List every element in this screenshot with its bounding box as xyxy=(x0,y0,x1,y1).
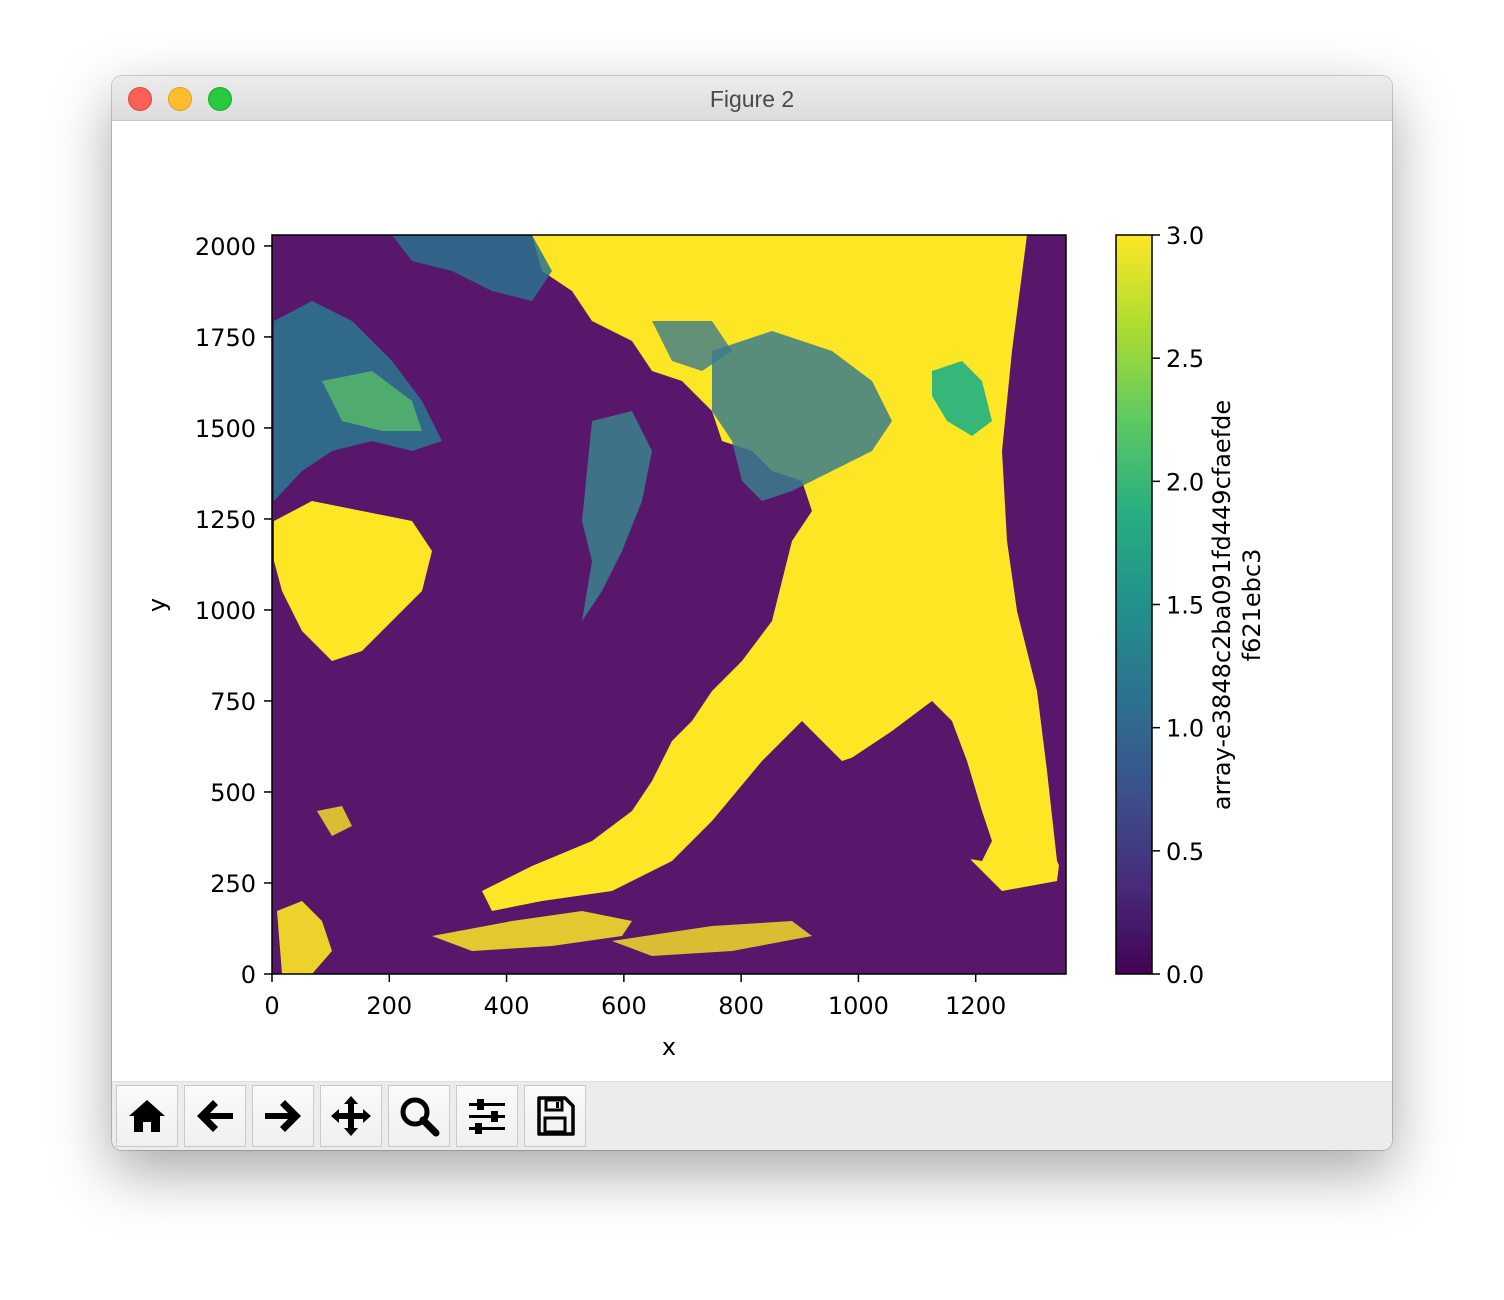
y-tick-label: 1250 xyxy=(195,506,256,534)
save-button[interactable] xyxy=(524,1085,586,1147)
forward-button[interactable] xyxy=(252,1085,314,1147)
floppy-disk-icon xyxy=(537,1096,575,1136)
figure-window: Figure 2 0 200 400 600 800 1000 1200 0 2… xyxy=(112,76,1392,1150)
home-icon xyxy=(129,1100,165,1132)
x-tick-label: 800 xyxy=(718,992,764,1020)
pan-button[interactable] xyxy=(320,1085,382,1147)
zoom-button[interactable] xyxy=(388,1085,450,1147)
colorbar-tick-label: 0.0 xyxy=(1166,961,1204,989)
x-tick-label: 200 xyxy=(366,992,412,1020)
x-tick-label: 1200 xyxy=(945,992,1006,1020)
y-tick-label: 750 xyxy=(210,688,256,716)
x-axis: 0 200 400 600 800 1000 1200 xyxy=(264,974,1006,1020)
colorbar-axis: 0.0 0.5 1.0 1.5 2.0 2.5 3.0 xyxy=(1152,222,1204,989)
back-button[interactable] xyxy=(184,1085,246,1147)
y-axis: 0 250 500 750 1000 1250 1500 1750 2000 xyxy=(195,233,272,989)
colorbar-gradient xyxy=(1116,235,1152,974)
x-axis-label: x xyxy=(662,1033,676,1061)
colorbar-tick-label: 2.5 xyxy=(1166,345,1204,373)
window-title: Figure 2 xyxy=(709,86,795,112)
magnifier-icon xyxy=(400,1097,440,1137)
heatmap-image xyxy=(272,235,1066,974)
colorbar-label-line1: array-e3848c2ba091fd449cfaefde xyxy=(1208,400,1236,810)
y-tick-label: 1750 xyxy=(195,324,256,352)
colorbar-tick-label: 1.0 xyxy=(1166,715,1204,743)
colorbar-label: array-e3848c2ba091fd449cfaefde f621ebc3 xyxy=(1208,400,1266,810)
navigation-toolbar xyxy=(112,1081,1392,1150)
arrow-left-icon xyxy=(197,1100,233,1132)
move-icon xyxy=(331,1096,371,1136)
colorbar-tick-label: 2.0 xyxy=(1166,468,1204,496)
x-tick-label: 0 xyxy=(264,992,279,1020)
y-tick-label: 250 xyxy=(210,870,256,898)
x-tick-label: 400 xyxy=(484,992,530,1020)
y-tick-label: 1500 xyxy=(195,415,256,443)
y-tick-label: 500 xyxy=(210,779,256,807)
y-tick-label: 2000 xyxy=(195,233,256,261)
arrow-right-icon xyxy=(265,1100,301,1132)
colorbar-tick-label: 1.5 xyxy=(1166,592,1204,620)
colorbar-label-line2: f621ebc3 xyxy=(1238,549,1266,662)
x-tick-label: 1000 xyxy=(828,992,889,1020)
subplots-button[interactable] xyxy=(456,1085,518,1147)
colorbar-tick-label: 3.0 xyxy=(1166,222,1204,250)
x-tick-label: 600 xyxy=(601,992,647,1020)
y-tick-label: 1000 xyxy=(195,597,256,625)
title-bar[interactable]: Figure 2 xyxy=(112,76,1392,121)
plot-svg: 0 200 400 600 800 1000 1200 0 250 500 750 1000 1250… xyxy=(143,222,1266,1061)
colorbar-tick-label: 0.5 xyxy=(1166,838,1204,866)
figure-canvas[interactable]: 0 200 400 600 800 1000 1200 0 250 500 750 1000 1250… xyxy=(112,121,1392,1081)
sliders-icon xyxy=(469,1099,505,1134)
y-tick-label: 0 xyxy=(241,961,256,989)
home-button[interactable] xyxy=(116,1085,178,1147)
y-axis-label: y xyxy=(143,598,171,612)
